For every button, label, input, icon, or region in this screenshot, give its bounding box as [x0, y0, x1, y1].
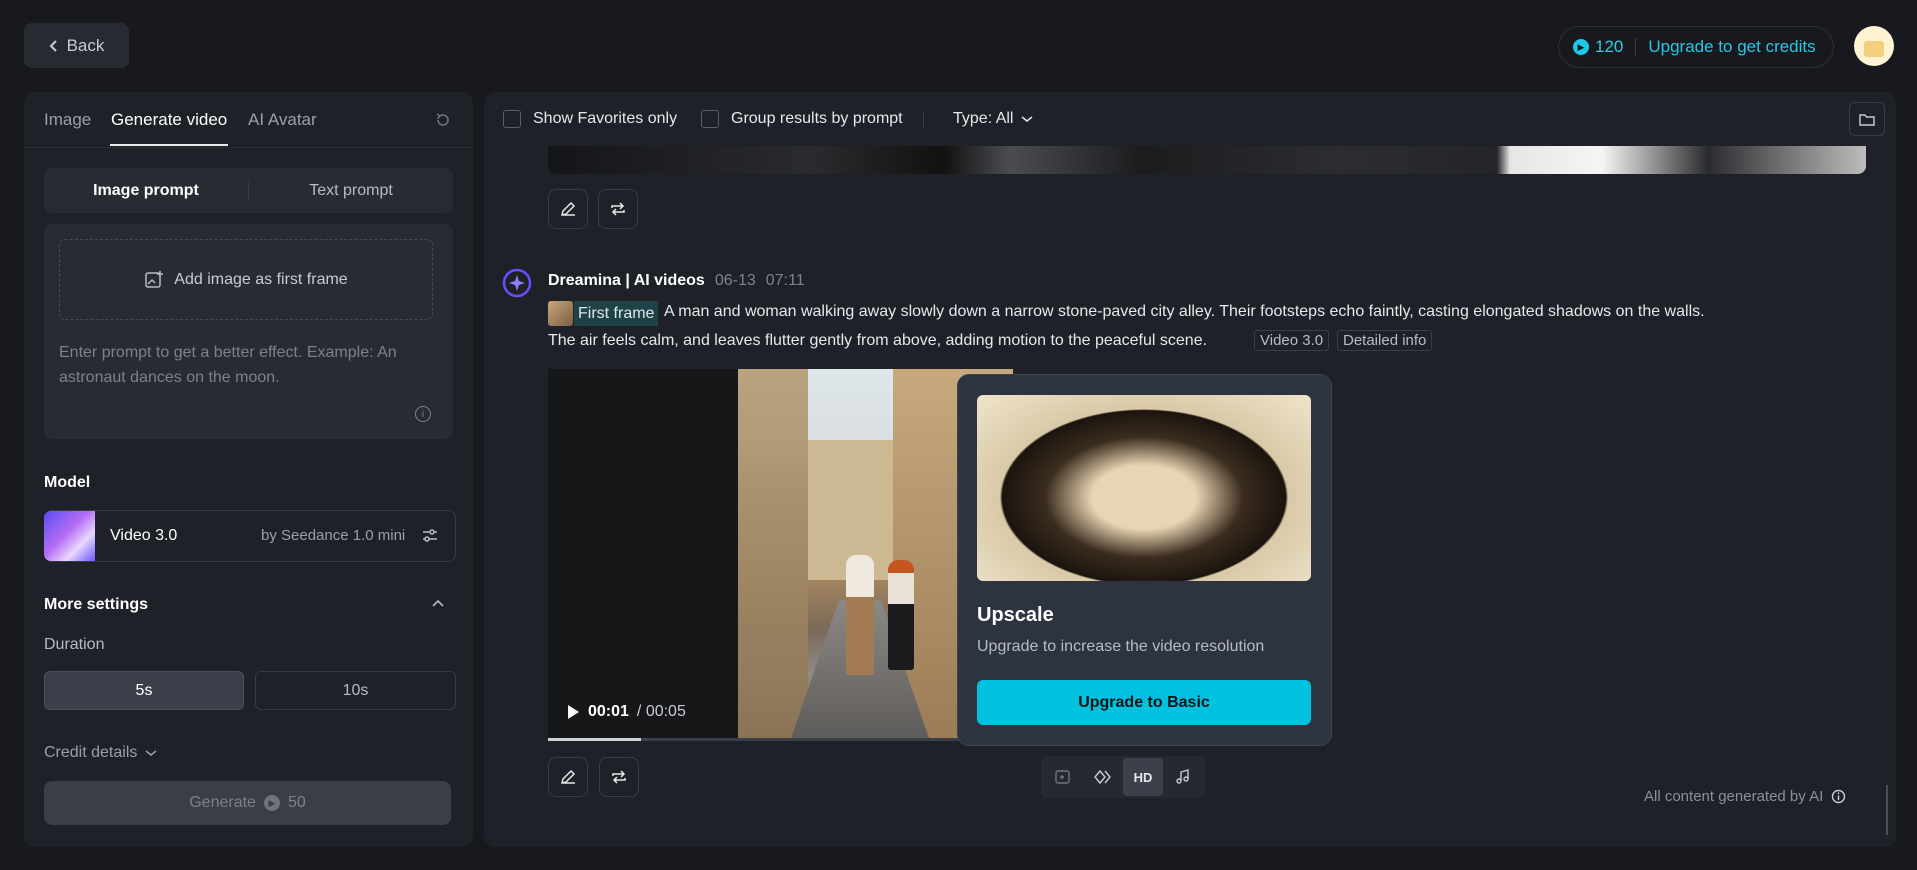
- favorites-label: Show Favorites only: [533, 110, 678, 127]
- play-icon[interactable]: [566, 704, 580, 720]
- first-frame-tag[interactable]: First frame: [574, 301, 659, 326]
- type-filter-dropdown[interactable]: Type: All: [953, 110, 1033, 128]
- result-date: 06-13: [714, 272, 756, 289]
- credit-details-toggle[interactable]: Credit details: [44, 744, 157, 762]
- credit-coin-icon: ▶: [263, 795, 280, 811]
- back-button[interactable]: Back: [24, 23, 129, 68]
- info-icon[interactable]: [1831, 789, 1846, 804]
- sliders-icon[interactable]: [421, 527, 439, 545]
- prompt-text-line1: A man and woman walking away slowly down…: [664, 303, 1705, 320]
- scrollbar[interactable]: [1886, 785, 1888, 835]
- music-note-icon: [1176, 769, 1189, 784]
- pencil-icon: [560, 201, 576, 217]
- dreamina-logo-icon: [502, 268, 532, 298]
- generate-button[interactable]: Generate ▶ 50: [44, 781, 451, 825]
- video-progress-bar[interactable]: [548, 738, 1013, 741]
- active-tab-indicator: [110, 144, 228, 146]
- video-frame-wall: [738, 369, 808, 741]
- generate-cost: 50: [287, 794, 306, 811]
- ai-disclaimer-text: All content generated by AI: [1644, 788, 1824, 805]
- frame-add-icon: [1055, 770, 1070, 784]
- regenerate-button[interactable]: [599, 757, 639, 797]
- video-frame-figure: [846, 555, 874, 675]
- result-time: 07:11: [765, 272, 805, 289]
- group-checkbox[interactable]: [701, 110, 719, 128]
- first-frame-thumbnail[interactable]: [548, 301, 573, 326]
- chevron-up-icon[interactable]: [431, 598, 445, 608]
- prompt-text-line2: The air feels calm, and leaves flutter g…: [548, 332, 1208, 349]
- divider: [1635, 38, 1637, 56]
- chevron-down-icon: [1022, 116, 1033, 122]
- edit-button[interactable]: [548, 757, 588, 797]
- model-name: Video 3.0: [110, 527, 178, 544]
- folder-button[interactable]: [1849, 102, 1885, 136]
- add-image-icon: [145, 270, 164, 288]
- video-duration: / 00:05: [636, 703, 686, 720]
- video-controls: 00:01 / 00:05: [566, 703, 686, 721]
- text-prompt-option[interactable]: Text prompt: [249, 168, 453, 213]
- avatar-image: [1864, 41, 1884, 57]
- video-tools-toolbar: HD: [1041, 756, 1206, 798]
- popover-title: Upscale: [977, 604, 1054, 626]
- audio-button[interactable]: [1163, 758, 1203, 796]
- video-frame-figure: [888, 560, 914, 670]
- chevron-down-icon: [145, 750, 157, 756]
- divider: [24, 147, 473, 148]
- ai-disclaimer: All content generated by AI: [1644, 788, 1846, 805]
- favorites-checkbox[interactable]: [503, 110, 521, 128]
- tab-generate-video[interactable]: Generate video: [111, 110, 227, 130]
- credits-pill[interactable]: ▶ 120 Upgrade to get credits: [1558, 26, 1834, 68]
- more-settings-label[interactable]: More settings: [44, 596, 148, 614]
- credit-coin-icon: ▶: [1573, 39, 1589, 55]
- divider: [923, 112, 924, 128]
- favorites-filter[interactable]: Show Favorites only: [503, 110, 677, 128]
- edit-button[interactable]: [548, 189, 588, 229]
- interpolate-button[interactable]: [1083, 758, 1123, 796]
- folder-icon: [1859, 114, 1875, 126]
- prompt-input[interactable]: Enter prompt to get a better effect. Exa…: [59, 340, 429, 390]
- model-tag: Video 3.0: [1254, 330, 1330, 351]
- chevron-left-icon: [49, 39, 57, 52]
- video-progress-fill: [548, 738, 641, 741]
- upscale-preview-image: [977, 395, 1311, 581]
- current-time: 00:01: [588, 703, 629, 720]
- detailed-info-tag[interactable]: Detailed info: [1337, 330, 1433, 351]
- extend-button[interactable]: [1043, 758, 1083, 796]
- previous-result-thumbnail[interactable]: [548, 146, 1866, 174]
- generate-label: Generate: [189, 794, 256, 811]
- diamond-icon: [1094, 769, 1111, 785]
- group-label: Group results by prompt: [731, 110, 903, 127]
- model-thumbnail: [44, 511, 95, 561]
- model-provider: by Seedance 1.0 mini: [261, 527, 406, 544]
- upgrade-to-basic-button[interactable]: Upgrade to Basic: [977, 680, 1311, 725]
- duration-label: Duration: [44, 636, 105, 653]
- avatar[interactable]: [1854, 26, 1894, 66]
- result-header: Dreamina | AI videos 06-13 07:11: [548, 272, 805, 290]
- popover-description: Upgrade to increase the video resolution: [977, 638, 1265, 655]
- type-filter-label: Type: All: [953, 110, 1014, 127]
- regenerate-button[interactable]: [598, 189, 638, 229]
- repeat-icon: [612, 770, 626, 784]
- upgrade-credits-link[interactable]: Upgrade to get credits: [1648, 37, 1815, 57]
- back-label: Back: [66, 35, 105, 55]
- info-icon[interactable]: i: [415, 406, 431, 422]
- duration-10s-button[interactable]: 10s: [255, 671, 456, 710]
- hd-upscale-button[interactable]: HD: [1123, 758, 1163, 796]
- group-filter[interactable]: Group results by prompt: [701, 110, 903, 128]
- add-first-frame-button[interactable]: Add image as first frame: [59, 239, 433, 320]
- reset-icon[interactable]: [434, 111, 452, 129]
- tab-image[interactable]: Image: [44, 110, 91, 130]
- repeat-icon: [611, 202, 625, 216]
- duration-5s-button[interactable]: 5s: [44, 671, 244, 710]
- pencil-icon: [560, 769, 576, 785]
- result-author: Dreamina | AI videos: [548, 272, 705, 289]
- tab-ai-avatar[interactable]: AI Avatar: [248, 110, 317, 130]
- add-image-label: Add image as first frame: [174, 270, 348, 288]
- credits-count: 120: [1595, 37, 1624, 56]
- credit-details-label: Credit details: [44, 744, 138, 761]
- image-prompt-option[interactable]: Image prompt: [44, 168, 248, 213]
- model-heading: Model: [44, 474, 91, 491]
